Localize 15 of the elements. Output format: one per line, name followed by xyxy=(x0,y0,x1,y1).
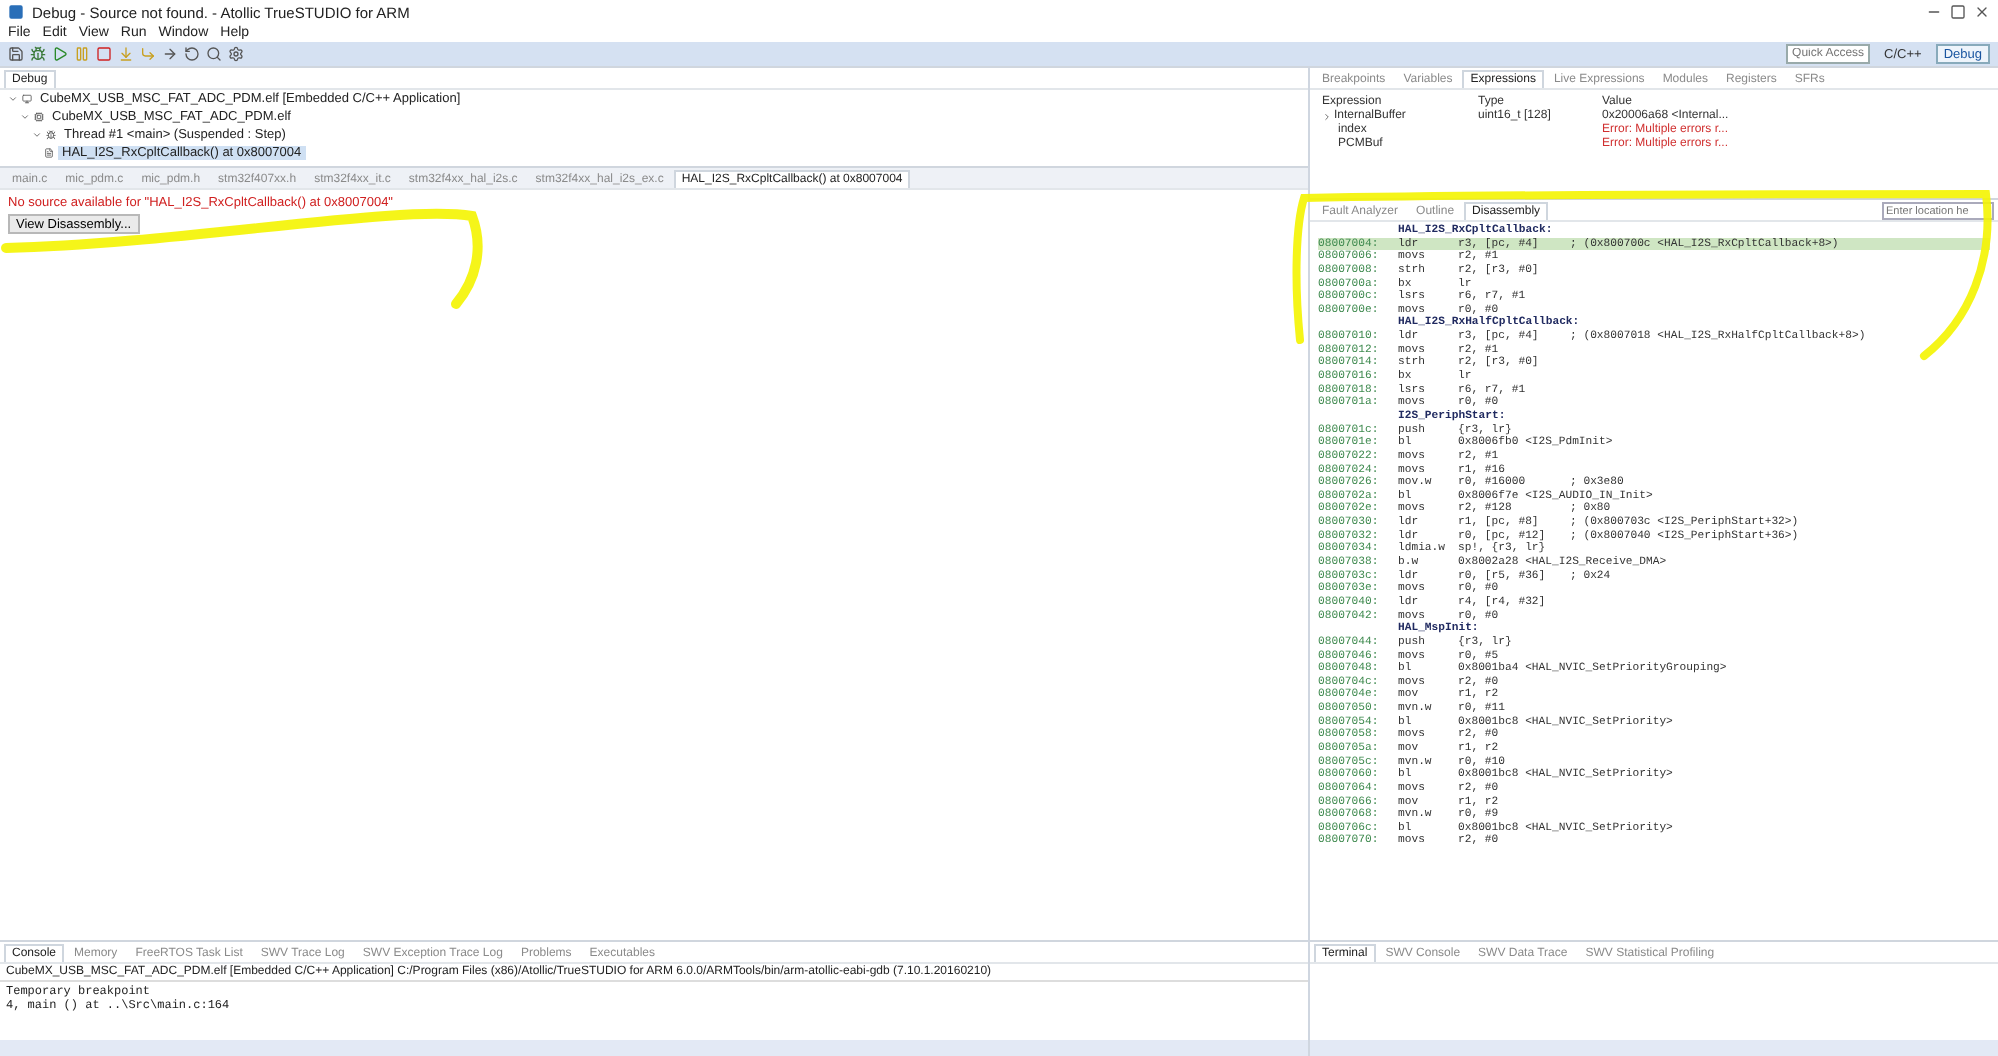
app-icon xyxy=(8,4,24,20)
arrow-right-icon[interactable] xyxy=(162,46,178,62)
bug-icon[interactable] xyxy=(30,46,46,62)
save-icon[interactable] xyxy=(8,46,24,62)
maximize-icon[interactable] xyxy=(1950,4,1966,20)
play-icon[interactable] xyxy=(52,46,68,62)
tree-node-icon xyxy=(34,112,44,122)
tree-node-icon xyxy=(46,130,56,140)
stop-icon[interactable] xyxy=(96,46,112,62)
tree-node-icon xyxy=(44,148,54,158)
tree-node-icon xyxy=(22,94,32,104)
settings-icon[interactable] xyxy=(228,46,244,62)
close-icon[interactable] xyxy=(1974,4,1990,20)
search-icon[interactable] xyxy=(206,46,222,62)
restart-icon[interactable] xyxy=(184,46,200,62)
